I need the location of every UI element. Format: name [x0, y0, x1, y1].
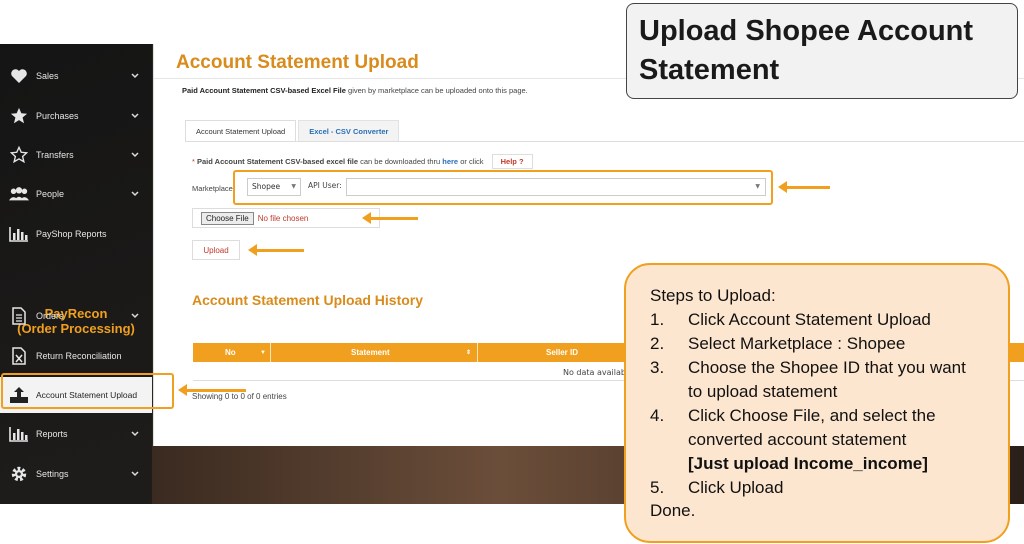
steps-done: Done. [650, 501, 696, 520]
gear-icon [9, 464, 29, 484]
document-icon [9, 306, 29, 326]
chevron-down-icon [130, 72, 139, 81]
sidebar-item-return-reconciliation[interactable]: Return Reconciliation [0, 338, 152, 374]
divider [477, 343, 478, 362]
chevron-down-icon [130, 312, 139, 321]
sidebar-item-label: Transfers [36, 150, 74, 160]
arrow-icon [362, 212, 418, 224]
tab-excel-csv-converter[interactable]: Excel - CSV Converter [298, 120, 400, 142]
chevron-down-icon [130, 430, 139, 439]
sidebar: Sales Purchases Transfers People PayShop… [0, 44, 152, 504]
sidebar-item-label: PayShop Reports [36, 229, 107, 239]
callout-title-line-1: Upload Shopee Account [639, 15, 974, 47]
bar-chart-icon [9, 424, 29, 444]
chevron-down-icon [130, 112, 139, 121]
sidebar-item-label: Settings [36, 469, 69, 479]
sidebar-item-reports[interactable]: Reports [0, 416, 152, 452]
bar-chart-icon [9, 224, 29, 244]
chevron-down-icon [130, 151, 139, 160]
star-outline-icon [9, 145, 29, 165]
sidebar-item-purchases[interactable]: Purchases [0, 98, 152, 134]
subtitle-rest: given by marketplace can be uploaded ont… [345, 86, 528, 95]
step-number: 1. [650, 310, 665, 329]
people-icon [9, 184, 29, 204]
chevron-down-icon [130, 470, 139, 479]
file-status: No file chosen [257, 213, 309, 223]
sidebar-item-label: Sales [36, 71, 59, 81]
sidebar-item-payshop-reports[interactable]: PayShop Reports [0, 216, 152, 252]
step-item: 1. Click Account Statement Upload [650, 308, 984, 332]
upload-button[interactable]: Upload [192, 240, 240, 260]
sidebar-item-label: Reports [36, 429, 68, 439]
star-icon [9, 106, 29, 126]
arrow-icon [178, 384, 246, 396]
sidebar-item-settings[interactable]: Settings [0, 456, 152, 492]
heart-icon [9, 66, 29, 86]
column-header-seller-id[interactable]: Seller ID [546, 343, 578, 362]
sidebar-item-label: Purchases [36, 111, 79, 121]
choose-file-button[interactable]: Choose File [201, 211, 254, 225]
sidebar-item-sales[interactable]: Sales [0, 58, 152, 94]
step-text: Select Marketplace : Shopee [688, 334, 906, 353]
sidebar-item-people[interactable]: People [0, 176, 152, 212]
sort-icon: ⇕ [466, 350, 472, 356]
file-input[interactable]: Choose File No file chosen [192, 208, 380, 228]
tutorial-screenshot: Sales Purchases Transfers People PayShop… [0, 0, 1024, 544]
tab-account-statement-upload[interactable]: Account Statement Upload [185, 120, 297, 142]
step-text: Click Choose File, and select the conver… [688, 406, 936, 449]
step-number: 3. [650, 358, 665, 377]
page-title: Account Statement Upload [176, 52, 419, 73]
chevron-down-icon [130, 190, 139, 199]
step-item: 3. Choose the Shopee ID that you want to … [650, 356, 984, 404]
sidebar-item-orders[interactable]: Orders [0, 298, 152, 334]
step-number: 5. [650, 478, 665, 497]
step-emphasis: [Just upload Income_income] [688, 454, 928, 473]
download-here-link[interactable]: here [442, 157, 458, 166]
column-header-statement[interactable]: Statement [351, 343, 390, 362]
help-button[interactable]: Help ? [491, 154, 533, 169]
note-bold: Paid Account Statement CSV-based excel f… [194, 157, 359, 166]
excel-file-icon [9, 346, 29, 366]
step-item: 4. Click Choose File, and select the conv… [650, 404, 984, 476]
page-subtitle: Paid Account Statement CSV-based Excel F… [182, 86, 528, 95]
history-title: Account Statement Upload History [192, 292, 424, 308]
step-number: 2. [650, 334, 665, 353]
sidebar-item-label: Return Reconciliation [36, 351, 122, 361]
steps-list: 1. Click Account Statement Upload 2. Selec… [650, 308, 984, 500]
table-info: Showing 0 to 0 of 0 entries [192, 392, 287, 401]
step-item: 5. Click Upload [650, 476, 984, 500]
arrow-icon [248, 244, 304, 256]
note-text-end: or click [458, 157, 484, 166]
divider [270, 343, 271, 362]
step-number: 4. [650, 406, 665, 425]
step-text: Click Upload [688, 478, 784, 497]
callout-title-line-2: Statement [639, 54, 780, 86]
note-text: can be downloaded thru [358, 157, 443, 166]
column-header-no[interactable]: No [225, 343, 236, 362]
steps-heading: Steps to Upload: [650, 286, 776, 305]
sidebar-item-label: Orders [36, 311, 64, 321]
tab-bar: Account Statement Upload Excel - CSV Con… [185, 120, 400, 142]
title-callout: Upload Shopee Account Statement [626, 3, 1018, 99]
subtitle-bold: Paid Account Statement CSV-based Excel F… [182, 86, 346, 95]
download-note: * Paid Account Statement CSV-based excel… [192, 154, 533, 169]
step-item: 2. Select Marketplace : Shopee [650, 332, 984, 356]
sidebar-item-label: People [36, 189, 65, 199]
divider [185, 141, 1024, 142]
highlight-sidebar-item [1, 373, 174, 409]
steps-callout: Steps to Upload: 1. Click Account Stateme… [624, 263, 1010, 543]
arrow-icon [778, 181, 830, 193]
sidebar-item-transfers[interactable]: Transfers [0, 137, 152, 173]
no-data-text: No data availab [563, 368, 626, 377]
highlight-marketplace [233, 170, 773, 205]
sort-icon: ▼ [260, 349, 266, 356]
marketplace-label: Marketplace: [192, 183, 235, 193]
step-text: Choose the Shopee ID that you want to up… [688, 358, 966, 401]
step-text: Click Account Statement Upload [688, 310, 931, 329]
